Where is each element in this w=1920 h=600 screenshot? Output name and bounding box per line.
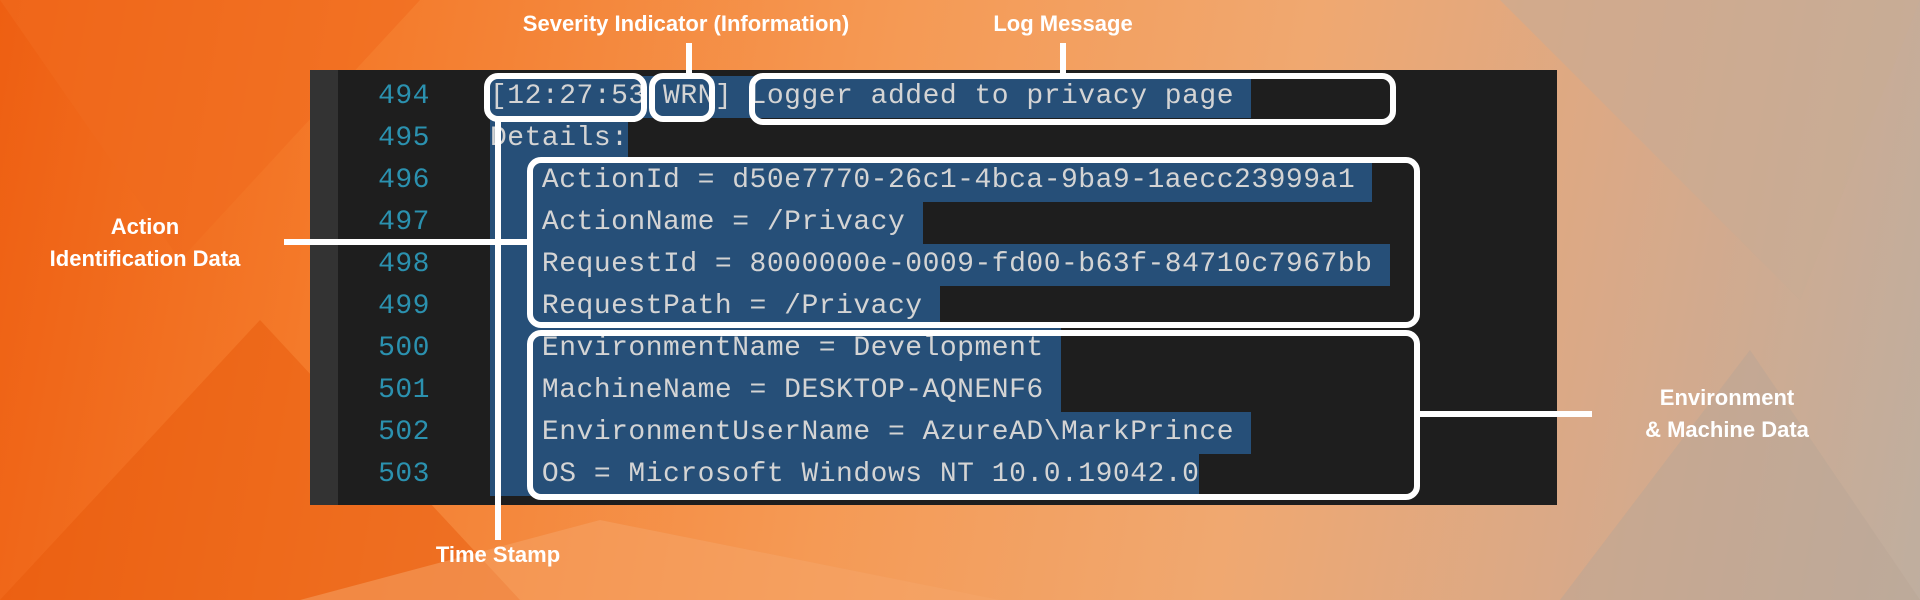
environment-label: Environment & Machine Data: [1607, 382, 1847, 446]
action-data-highlight-box: [527, 157, 1420, 328]
line-number: 497: [378, 207, 430, 238]
code-text: Details:: [490, 123, 629, 154]
line-number: 500: [378, 333, 430, 364]
line-number: 495: [378, 123, 430, 154]
severity-label: Severity Indicator (Information): [522, 11, 850, 36]
environment-label-line2: & Machine Data: [1645, 417, 1809, 442]
line-number: 498: [378, 249, 430, 280]
log-message-highlight-box: [749, 73, 1396, 125]
severity-connector: [686, 43, 692, 74]
timestamp-highlight-box: [484, 73, 647, 122]
action-connector: [284, 239, 528, 245]
line-number: 502: [378, 417, 430, 448]
timestamp-label: Time Stamp: [435, 542, 561, 567]
severity-highlight-box: [649, 73, 715, 122]
log-message-label: Log Message: [993, 11, 1133, 36]
log-message-connector: [1060, 43, 1066, 74]
action-label: Action Identification Data: [25, 211, 265, 275]
action-label-line1: Action: [110, 214, 180, 239]
line-number: 503: [378, 459, 430, 490]
line-number: 494: [378, 81, 430, 112]
line-number: 501: [378, 375, 430, 406]
environment-data-highlight-box: [527, 330, 1420, 500]
timestamp-connector: [495, 120, 501, 540]
line-number: 496: [378, 165, 430, 196]
environment-connector: [1418, 411, 1592, 417]
environment-label-line1: Environment: [1659, 385, 1795, 410]
action-label-line2: Identification Data: [49, 246, 241, 271]
line-number: 499: [378, 291, 430, 322]
